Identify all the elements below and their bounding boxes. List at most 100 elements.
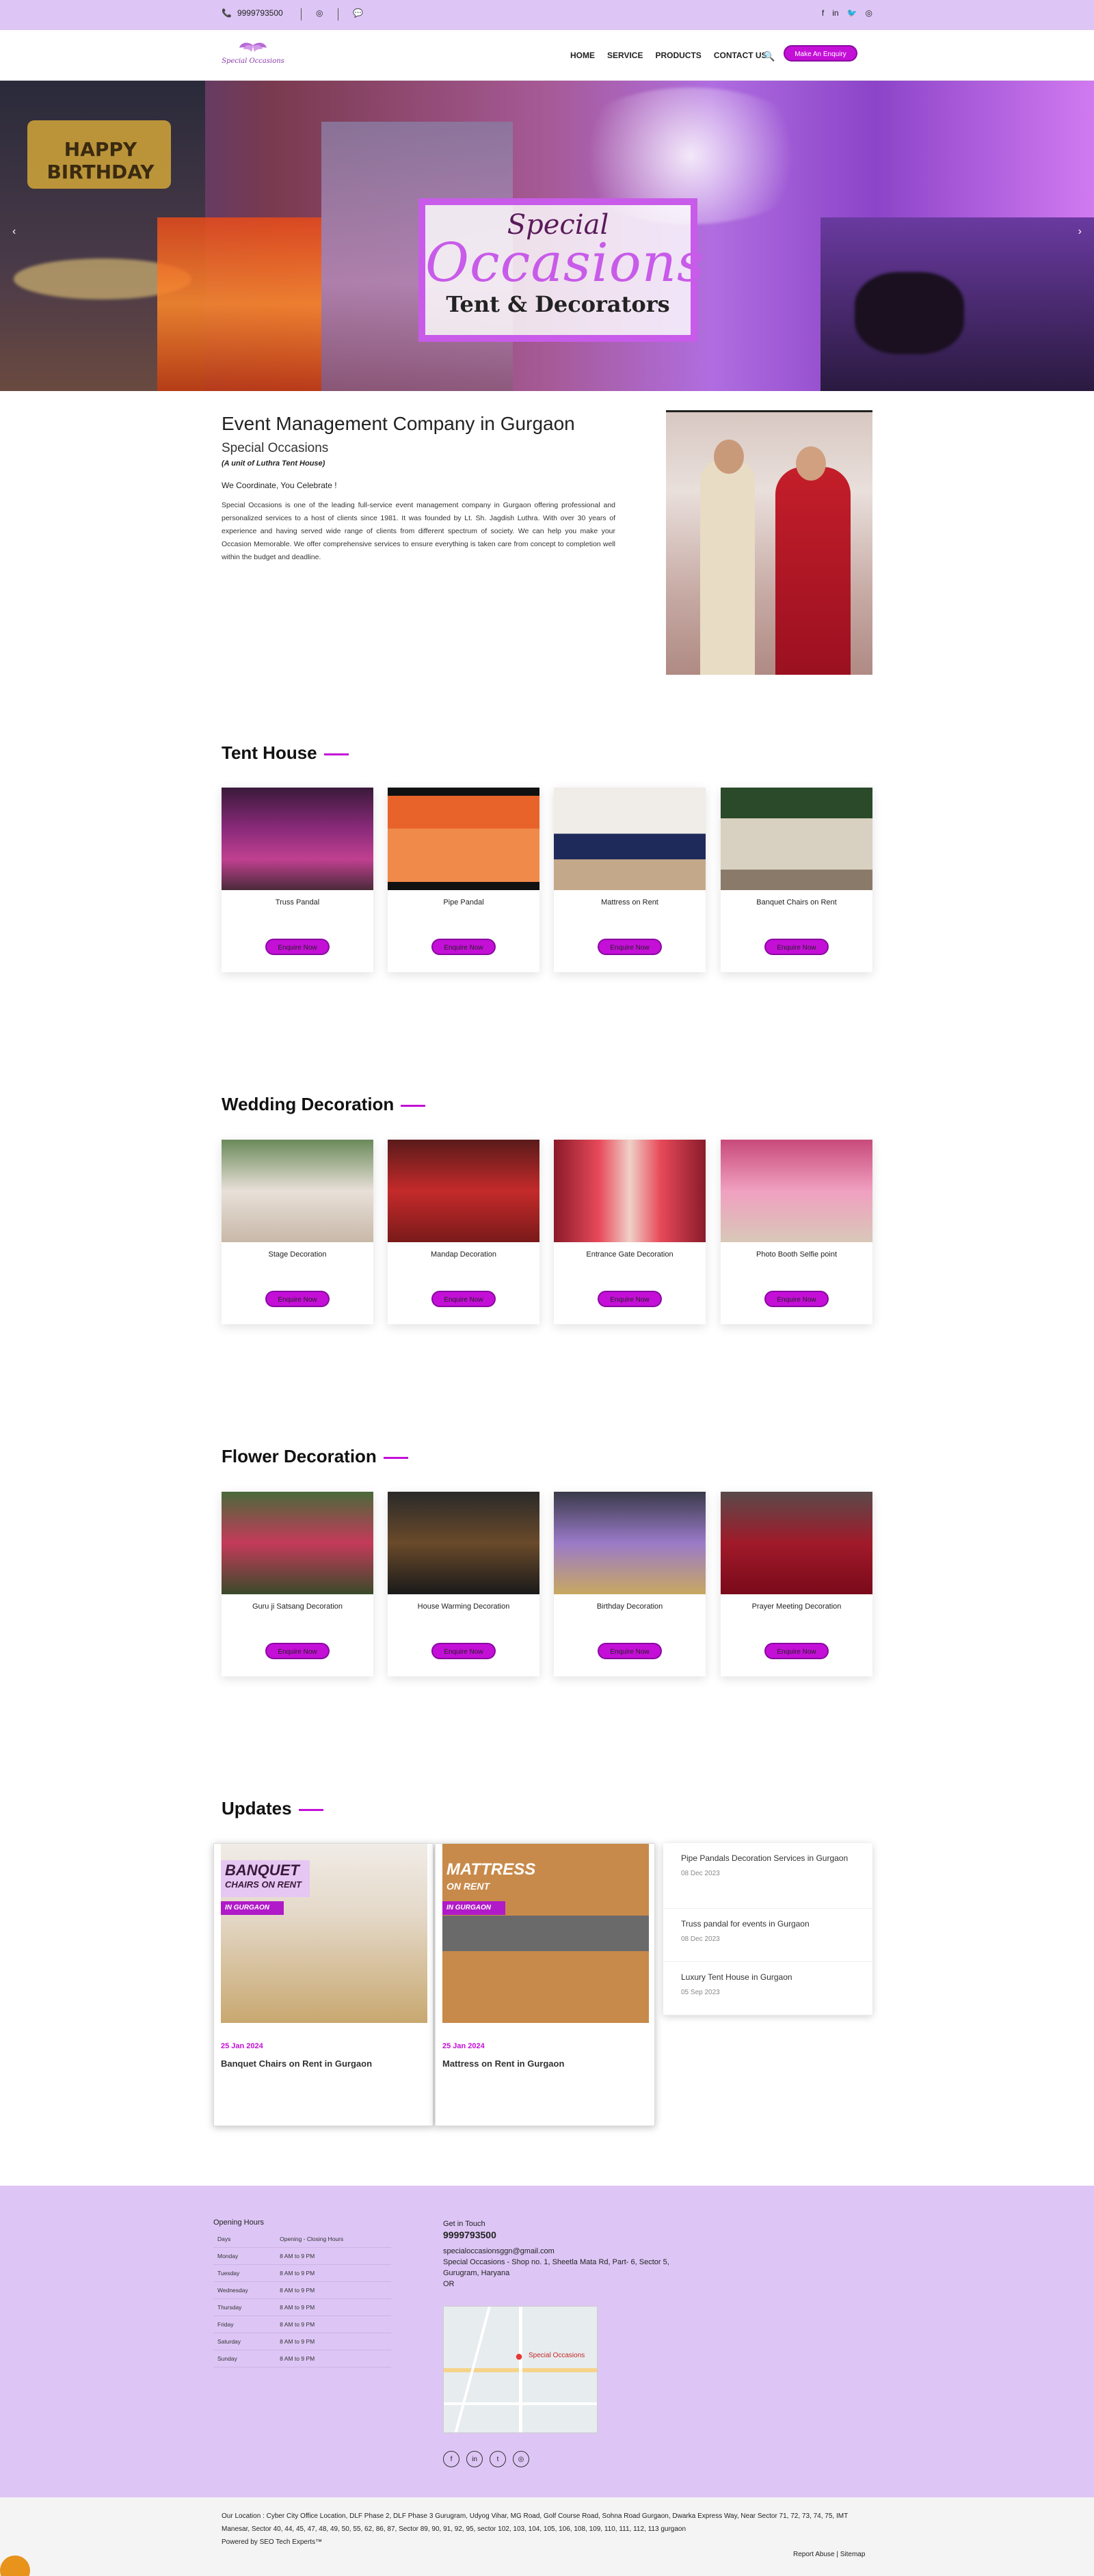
enquire-now-button[interactable]: Enquire Now bbox=[598, 1291, 662, 1307]
facebook-icon[interactable]: f bbox=[443, 2451, 459, 2467]
enquire-now-button[interactable]: Enquire Now bbox=[598, 1643, 662, 1659]
product-card[interactable]: Entrance Gate Decoration Enquire Now bbox=[554, 1140, 706, 1324]
instagram-icon[interactable]: ◎ bbox=[866, 8, 872, 18]
chat-icon[interactable]: 💬 bbox=[353, 8, 363, 18]
product-card[interactable]: Photo Booth Selfie point Enquire Now bbox=[721, 1140, 872, 1324]
list-item[interactable]: Truss pandal for events in Gurgaon 08 De… bbox=[663, 1909, 872, 1962]
enquire-now-button[interactable]: Enquire Now bbox=[431, 1291, 496, 1307]
section-title-updates: Updates bbox=[222, 1798, 323, 1819]
table-row: Saturday 8 AM to 9 PM bbox=[213, 2333, 391, 2350]
card-title: Photo Booth Selfie point bbox=[756, 1250, 838, 1259]
table-row: Tuesday 8 AM to 9 PM bbox=[213, 2264, 391, 2282]
enquire-now-button[interactable]: Enquire Now bbox=[598, 939, 662, 955]
birthday-decoration-image bbox=[554, 1492, 706, 1594]
mattress-image bbox=[554, 788, 706, 890]
phone-link[interactable]: 📞 9999793500 bbox=[222, 8, 283, 18]
photo-booth-image bbox=[721, 1140, 872, 1242]
table-row: Thursday 8 AM to 9 PM bbox=[213, 2298, 391, 2316]
about-subheading: Special Occasions bbox=[222, 441, 329, 455]
update-title[interactable]: Mattress on Rent in Gurgaon bbox=[442, 2058, 564, 2069]
table-row: Wednesday 8 AM to 9 PM bbox=[213, 2281, 391, 2299]
mandap-decoration-image bbox=[388, 1140, 539, 1242]
card-title: Guru ji Satsang Decoration bbox=[252, 1602, 343, 1611]
product-card[interactable]: Stage Decoration Enquire Now bbox=[222, 1140, 373, 1324]
powered-by[interactable]: Powered by SEO Tech Experts™ bbox=[222, 2536, 872, 2549]
whatsapp-icon[interactable]: ◎ bbox=[316, 8, 323, 18]
header: Special Occasions HOME SERVICE PRODUCTS … bbox=[0, 30, 1094, 81]
location-text: Our Location : Cyber City Office Locatio… bbox=[222, 2510, 872, 2549]
hero-title-panel: Special Occasions Tent & Decorators bbox=[418, 198, 704, 342]
product-card[interactable]: Birthday Decoration Enquire Now bbox=[554, 1492, 706, 1676]
get-in-touch: Get in Touch 9999793500 specialoccasions… bbox=[443, 2218, 689, 2290]
search-icon[interactable]: 🔍 bbox=[763, 51, 775, 62]
enquire-now-button[interactable]: Enquire Now bbox=[265, 1291, 330, 1307]
enquire-now-button[interactable]: Enquire Now bbox=[764, 939, 829, 955]
footer-social: f in t ◎ bbox=[443, 2451, 529, 2467]
linkedin-icon[interactable]: in bbox=[466, 2451, 483, 2467]
instagram-icon[interactable]: ◎ bbox=[513, 2451, 529, 2467]
house-warming-image bbox=[388, 1492, 539, 1594]
update-card[interactable]: BANQUET CHAIRS ON RENT IN GURGAON 25 Jan… bbox=[213, 1843, 433, 2126]
product-card[interactable]: Guru ji Satsang Decoration Enquire Now bbox=[222, 1492, 373, 1676]
footer-phone[interactable]: 9999793500 bbox=[443, 2229, 689, 2240]
nav-service[interactable]: SERVICE bbox=[607, 51, 643, 60]
location-map[interactable]: ● Special Occasions bbox=[443, 2306, 598, 2433]
enquire-now-button[interactable]: Enquire Now bbox=[431, 939, 496, 955]
list-item[interactable]: Pipe Pandals Decoration Services in Gurg… bbox=[663, 1843, 872, 1909]
enquire-now-button[interactable]: Enquire Now bbox=[265, 939, 330, 955]
bottom-bar: Our Location : Cyber City Office Locatio… bbox=[0, 2497, 1094, 2576]
next-slide-icon[interactable]: › bbox=[1078, 226, 1082, 238]
table-row: Friday 8 AM to 9 PM bbox=[213, 2316, 391, 2333]
prev-slide-icon[interactable]: ‹ bbox=[12, 226, 16, 238]
entrance-gate-image bbox=[554, 1140, 706, 1242]
card-title: Birthday Decoration bbox=[596, 1602, 663, 1611]
nav-contact-us[interactable]: CONTACT US bbox=[714, 51, 767, 60]
enquire-now-button[interactable]: Enquire Now bbox=[764, 1643, 829, 1659]
twitter-icon[interactable]: 🐦 bbox=[847, 8, 857, 18]
about-heading: Event Management Company in Gurgaon bbox=[222, 413, 575, 434]
card-title: Stage Decoration bbox=[268, 1250, 327, 1259]
social-links: f in 🐦 ◎ bbox=[822, 8, 872, 18]
satsang-decoration-image bbox=[222, 1492, 373, 1594]
section-title-flower-decoration: Flower Decoration bbox=[222, 1446, 408, 1467]
section-title-wedding-decoration: Wedding Decoration bbox=[222, 1094, 426, 1115]
table-row: Sunday 8 AM to 9 PM bbox=[213, 2350, 391, 2367]
svg-text:Special Occasions: Special Occasions bbox=[222, 57, 284, 65]
product-card[interactable]: Pipe Pandal Enquire Now bbox=[388, 788, 539, 972]
nav-products[interactable]: PRODUCTS bbox=[655, 51, 701, 60]
about-tagline: We Coordinate, You Celebrate ! bbox=[222, 481, 337, 490]
product-card[interactable]: Mattress on Rent Enquire Now bbox=[554, 788, 706, 972]
facebook-icon[interactable]: f bbox=[822, 8, 824, 18]
product-card[interactable]: House Warming Decoration Enquire Now bbox=[388, 1492, 539, 1676]
card-title: Entrance Gate Decoration bbox=[586, 1250, 673, 1259]
twitter-icon[interactable]: t bbox=[490, 2451, 506, 2467]
enquire-now-button[interactable]: Enquire Now bbox=[764, 1291, 829, 1307]
product-card[interactable]: Mandap Decoration Enquire Now bbox=[388, 1140, 539, 1324]
table-row: Monday 8 AM to 9 PM bbox=[213, 2247, 391, 2265]
product-card[interactable]: Prayer Meeting Decoration Enquire Now bbox=[721, 1492, 872, 1676]
update-card[interactable]: MATTRESS ON RENT IN GURGAON 25 Jan 2024 … bbox=[435, 1843, 655, 2126]
enquire-now-button[interactable]: Enquire Now bbox=[431, 1643, 496, 1659]
phone-number: 9999793500 bbox=[237, 8, 283, 18]
footer-email[interactable]: specialoccasionsggn@gmail.com bbox=[443, 2246, 689, 2257]
footer-address: Special Occasions - Shop no. 1, Sheetla … bbox=[443, 2258, 669, 2277]
dj-deck bbox=[855, 272, 964, 354]
logo[interactable]: Special Occasions bbox=[220, 40, 286, 72]
linkedin-icon[interactable]: in bbox=[832, 8, 838, 18]
hero-title-tent: Tent & Decorators bbox=[446, 291, 670, 317]
footer-or: OR bbox=[443, 2280, 455, 2288]
opening-hours: Opening Hours Days Opening - Closing Hour… bbox=[213, 2218, 391, 2367]
list-item[interactable]: Luxury Tent House in Gurgaon 05 Sep 2023 bbox=[663, 1962, 872, 2015]
hours-table: Days Opening - Closing Hours Monday 8 AM t… bbox=[213, 2231, 391, 2367]
update-date: 25 Jan 2024 bbox=[221, 2042, 263, 2050]
product-card[interactable]: Banquet Chairs on Rent Enquire Now bbox=[721, 788, 872, 972]
report-abuse-link[interactable]: Report Abuse | Sitemap bbox=[793, 2551, 865, 2558]
card-title: Mattress on Rent bbox=[601, 898, 658, 907]
wedding-couple-image bbox=[666, 410, 872, 675]
enquire-now-button[interactable]: Enquire Now bbox=[265, 1643, 330, 1659]
update-title[interactable]: Banquet Chairs on Rent in Gurgaon bbox=[221, 2058, 372, 2069]
product-card[interactable]: Truss Pandal Enquire Now bbox=[222, 788, 373, 972]
make-enquiry-button[interactable]: Make An Enquiry bbox=[784, 45, 857, 62]
red-drape-decor bbox=[157, 217, 321, 391]
nav-home[interactable]: HOME bbox=[570, 51, 595, 60]
